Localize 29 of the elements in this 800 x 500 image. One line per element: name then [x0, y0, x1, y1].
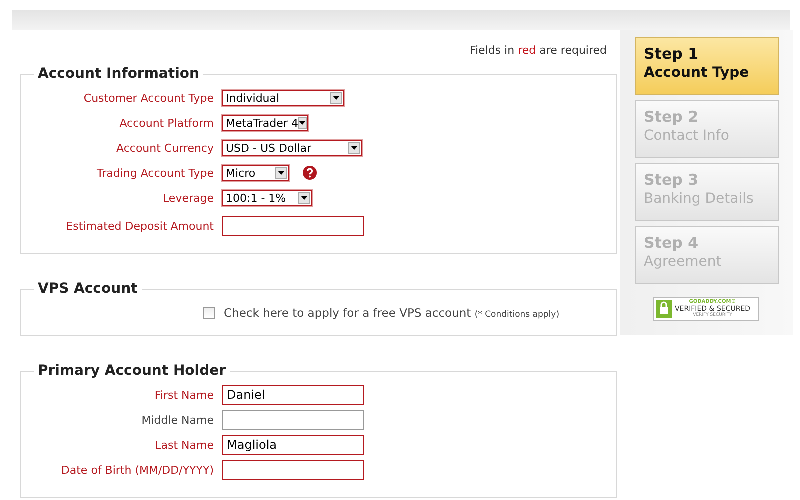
dropdown[interactable]: USD - US Dollar [222, 140, 362, 156]
field-label: Customer Account Type [82, 92, 215, 104]
field-label: Middle Name [140, 414, 215, 426]
text-field[interactable] [222, 460, 364, 480]
padlock-icon [656, 300, 672, 318]
checkbox[interactable] [203, 307, 215, 319]
help-icon[interactable] [303, 166, 317, 180]
section-title: Primary Account Holder [37, 363, 228, 379]
dropdown[interactable]: Individual [222, 90, 344, 106]
text-field[interactable]: Daniel [222, 385, 364, 405]
dropdown[interactable]: Micro [222, 165, 289, 181]
text-field[interactable] [222, 216, 364, 236]
field-label: Leverage [162, 192, 215, 204]
text-field[interactable] [222, 410, 364, 430]
field-label: Account Currency [116, 142, 215, 154]
field-label: First Name [154, 388, 215, 402]
section-title: VPS Account [37, 281, 139, 297]
step-tab[interactable]: Step 1 Account Type [635, 37, 779, 95]
field-label: Account Platform [118, 116, 215, 130]
field-label: Trading Account Type [96, 166, 215, 180]
field-label: Estimated Deposit Amount [65, 220, 215, 232]
section-title: Account Information [37, 66, 200, 82]
field-label: Last Name [154, 438, 215, 452]
dropdown[interactable]: MetaTrader 4 [222, 115, 308, 131]
dropdown[interactable]: 100:1 - 1% [222, 190, 312, 206]
field-label: Date of Birth (MM/DD/YYYY) [60, 464, 215, 476]
text-field[interactable]: Magliola [222, 435, 364, 455]
checkbox-label: Check here to apply for a free VPS account (* Conditions apply) [224, 306, 560, 320]
required-fields-note: Fields in red are required [468, 44, 608, 59]
